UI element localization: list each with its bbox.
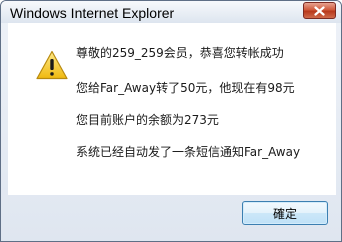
close-button[interactable] <box>303 2 336 19</box>
message-line-1: 尊敬的259_259会员，恭喜您转帐成功 <box>76 46 284 60</box>
close-icon <box>314 5 325 16</box>
message-area: 尊敬的259_259会员，恭喜您转帐成功 您给Far_Away转了50元，他现在… <box>8 23 336 195</box>
message-line-2: 您给Far_Away转了50元，他现在有98元 <box>76 81 295 95</box>
message-line-3: 您目前账户的余额为273元 <box>76 113 219 127</box>
alert-dialog: Windows Internet Explorer 尊敬的259_259会员，恭… <box>0 0 342 242</box>
title-bar[interactable]: Windows Internet Explorer <box>1 1 341 23</box>
button-strip: 確定 <box>8 195 336 235</box>
window-title: Windows Internet Explorer <box>10 5 175 21</box>
ok-button[interactable]: 確定 <box>242 201 328 225</box>
message-line-4: 系统已经自动发了一条短信通知Far_Away <box>76 145 301 159</box>
warning-icon <box>36 50 68 80</box>
